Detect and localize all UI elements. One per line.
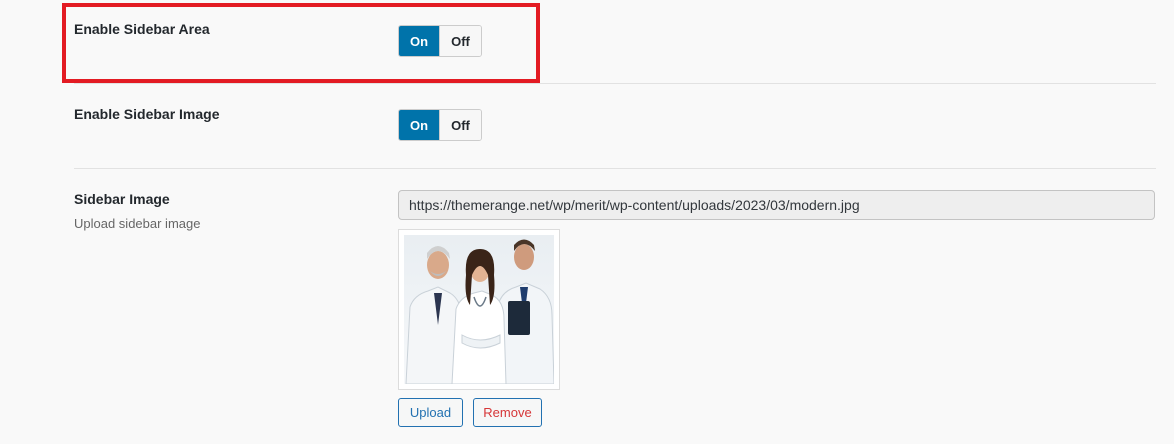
sidebar-image-off-button[interactable]: Off xyxy=(439,110,481,140)
sidebar-image-description: Upload sidebar image xyxy=(74,216,201,231)
row-divider xyxy=(74,168,1156,169)
sidebar-image-toggle-label: Enable Sidebar Image xyxy=(74,106,220,122)
sidebar-image-on-button[interactable]: On xyxy=(399,110,439,140)
sidebar-area-label: Enable Sidebar Area xyxy=(74,21,210,37)
upload-button[interactable]: Upload xyxy=(398,398,463,427)
sidebar-image-url-field[interactable] xyxy=(398,190,1155,220)
sidebar-image-label: Sidebar Image xyxy=(74,191,170,207)
sidebar-image-switch[interactable]: On Off xyxy=(398,109,482,141)
remove-button[interactable]: Remove xyxy=(473,398,542,427)
sidebar-area-switch[interactable]: On Off xyxy=(398,25,482,57)
doctors-photo-image xyxy=(404,235,554,384)
settings-panel: Enable Sidebar Area On Off Enable Sideba… xyxy=(0,0,1174,444)
sidebar-area-off-button[interactable]: Off xyxy=(439,26,481,56)
sidebar-area-on-button[interactable]: On xyxy=(399,26,439,56)
row-divider xyxy=(74,83,1156,84)
sidebar-image-preview xyxy=(398,229,560,390)
